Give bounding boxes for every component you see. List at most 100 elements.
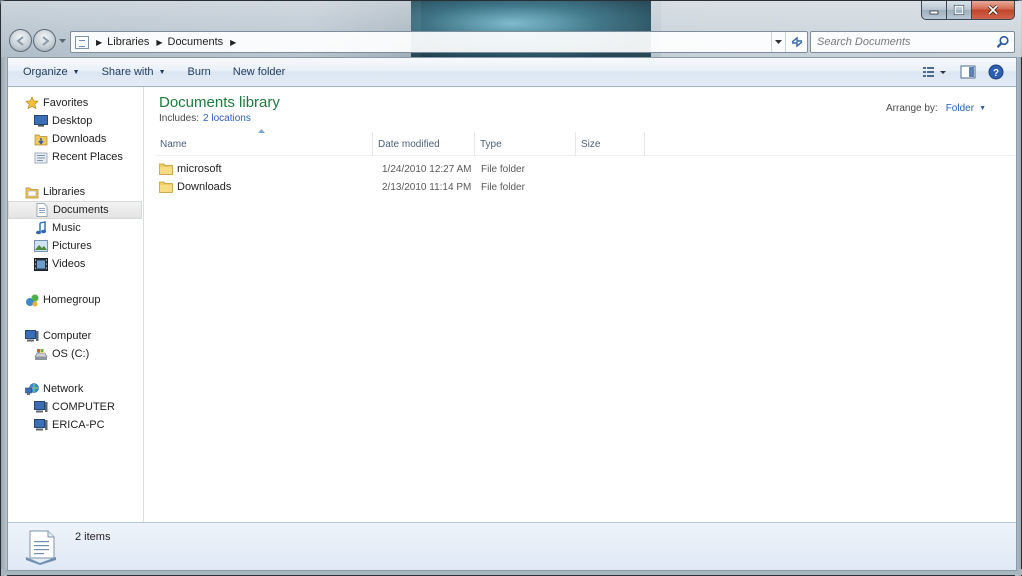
column-size[interactable]: Size [576, 132, 645, 156]
music-note-icon [34, 221, 48, 235]
nav-item-label: Desktop [52, 115, 93, 127]
network-computer-icon [34, 418, 48, 432]
nav-item-label: ERICA-PC [52, 419, 105, 431]
nav-homegroup[interactable]: Homegroup [8, 291, 142, 309]
navigation-pane: Favorites Desktop Downloads Recent Place… [8, 87, 144, 524]
forward-button[interactable] [33, 29, 56, 52]
breadcrumb-libraries[interactable]: Libraries [107, 36, 149, 48]
file-row[interactable]: microsoft 1/24/2010 12:27 AM File folder [155, 160, 655, 178]
arrange-by-control[interactable]: Arrange by: Folder ▼ [886, 103, 986, 114]
nav-libraries[interactable]: Libraries [8, 183, 142, 201]
close-icon [987, 4, 999, 16]
change-view-button[interactable] [918, 61, 952, 83]
nav-network-label: Network [43, 383, 84, 395]
file-name: Downloads [177, 181, 232, 193]
column-name[interactable]: Name [155, 129, 373, 156]
breadcrumb-arrow-icon[interactable]: ▶ [96, 38, 102, 47]
chevron-down-icon [59, 39, 66, 43]
nav-item-recent-places[interactable]: Recent Places [8, 148, 142, 166]
chevron-down-icon: ▼ [72, 68, 80, 76]
file-type: File folder [481, 163, 525, 175]
view-details-icon [923, 67, 946, 77]
breadcrumb-arrow-icon[interactable]: ▶ [230, 38, 236, 47]
close-button[interactable] [972, 1, 1015, 20]
caption-buttons [921, 1, 1015, 20]
pictures-icon [34, 239, 48, 253]
file-row[interactable]: Downloads 2/13/2010 11:14 PM File folder [155, 178, 655, 196]
nav-item-os-drive[interactable]: OS (C:) [8, 345, 142, 363]
nav-item-erica-pc[interactable]: ERICA-PC [8, 416, 142, 434]
preview-pane-button[interactable] [956, 61, 980, 83]
organize-button[interactable]: Organize ▼ [15, 61, 88, 83]
burn-label: Burn [187, 66, 211, 78]
nav-item-desktop[interactable]: Desktop [8, 112, 142, 130]
address-bar[interactable]: ▶ Libraries ▶ Documents ▶ [70, 31, 808, 53]
file-name-cell: microsoft [155, 163, 373, 175]
share-with-label: Share with [101, 66, 154, 78]
file-date: 1/24/2010 12:27 AM [382, 163, 472, 175]
command-bar: Organize ▼ Share with ▼ Burn New folder [8, 58, 1016, 87]
chevron-down-icon: ▼ [158, 68, 166, 76]
navigation-bar: ▶ Libraries ▶ Documents ▶ [9, 28, 1015, 54]
minimize-icon [929, 10, 939, 15]
column-size-label: Size [581, 138, 601, 150]
library-includes: Includes: 2 locations [159, 113, 251, 124]
nav-item-label: Videos [52, 258, 86, 270]
new-folder-button[interactable]: New folder [225, 61, 294, 83]
details-pane: 2 items [8, 522, 1016, 570]
explorer-content: Organize ▼ Share with ▼ Burn New folder [7, 57, 1017, 571]
nav-homegroup-label: Homegroup [43, 294, 101, 306]
arrange-by-value[interactable]: Folder [946, 103, 974, 114]
nav-item-computer-host[interactable]: COMPUTER [8, 398, 142, 416]
nav-item-videos[interactable]: Videos [8, 255, 142, 273]
search-input[interactable] [811, 32, 991, 52]
nav-item-documents[interactable]: Documents [8, 201, 142, 219]
column-type[interactable]: Type [475, 132, 576, 156]
nav-item-label: Documents [53, 204, 109, 216]
view-controls: ? [914, 61, 1008, 83]
column-date-modified[interactable]: Date modified [373, 132, 475, 156]
documents-icon [35, 203, 49, 217]
recent-pages-button[interactable] [58, 36, 67, 46]
nav-item-pictures[interactable]: Pictures [8, 237, 142, 255]
share-with-button[interactable]: Share with ▼ [94, 61, 174, 83]
includes-locations-link[interactable]: 2 locations [203, 113, 251, 124]
breadcrumb-documents[interactable]: Documents [168, 36, 224, 48]
search-box [810, 31, 1015, 53]
nav-item-label: Pictures [52, 240, 92, 252]
nav-item-downloads[interactable]: Downloads [8, 130, 142, 148]
homegroup-icon [25, 293, 39, 307]
file-list-pane: Documents library Includes: 2 locations A… [145, 87, 1016, 524]
svg-text:?: ? [993, 68, 999, 79]
preview-pane-icon [960, 65, 976, 79]
hard-drive-icon [34, 347, 48, 361]
help-icon: ? [988, 64, 1004, 80]
library-title: Documents library [159, 94, 280, 111]
nav-computer-label: Computer [43, 330, 92, 342]
refresh-button[interactable] [785, 32, 807, 52]
burn-button[interactable]: Burn [180, 61, 219, 83]
column-type-label: Type [480, 138, 502, 150]
maximize-icon [953, 5, 965, 15]
address-history-button[interactable] [771, 32, 785, 52]
search-icon[interactable] [996, 35, 1010, 49]
star-icon [25, 96, 39, 110]
includes-label: Includes: [159, 113, 200, 124]
nav-favorites[interactable]: Favorites [8, 94, 142, 112]
nav-item-label: Downloads [52, 133, 107, 145]
help-button[interactable]: ? [984, 61, 1008, 83]
breadcrumb-arrow-icon[interactable]: ▶ [156, 38, 162, 47]
nav-item-label: Music [52, 222, 81, 234]
chevron-down-icon: ▼ [979, 105, 986, 112]
file-type: File folder [481, 181, 525, 193]
maximize-button[interactable] [947, 1, 972, 20]
minimize-button[interactable] [921, 1, 947, 20]
desktop-icon [34, 114, 48, 128]
nav-network[interactable]: Network [8, 380, 142, 398]
nav-computer[interactable]: Computer [8, 327, 142, 345]
nav-item-music[interactable]: Music [8, 219, 142, 237]
column-header: Name Date modified Type Size [155, 129, 1015, 156]
back-button[interactable] [9, 29, 32, 52]
sort-ascending-icon [258, 129, 265, 133]
recent-places-icon [34, 150, 48, 164]
